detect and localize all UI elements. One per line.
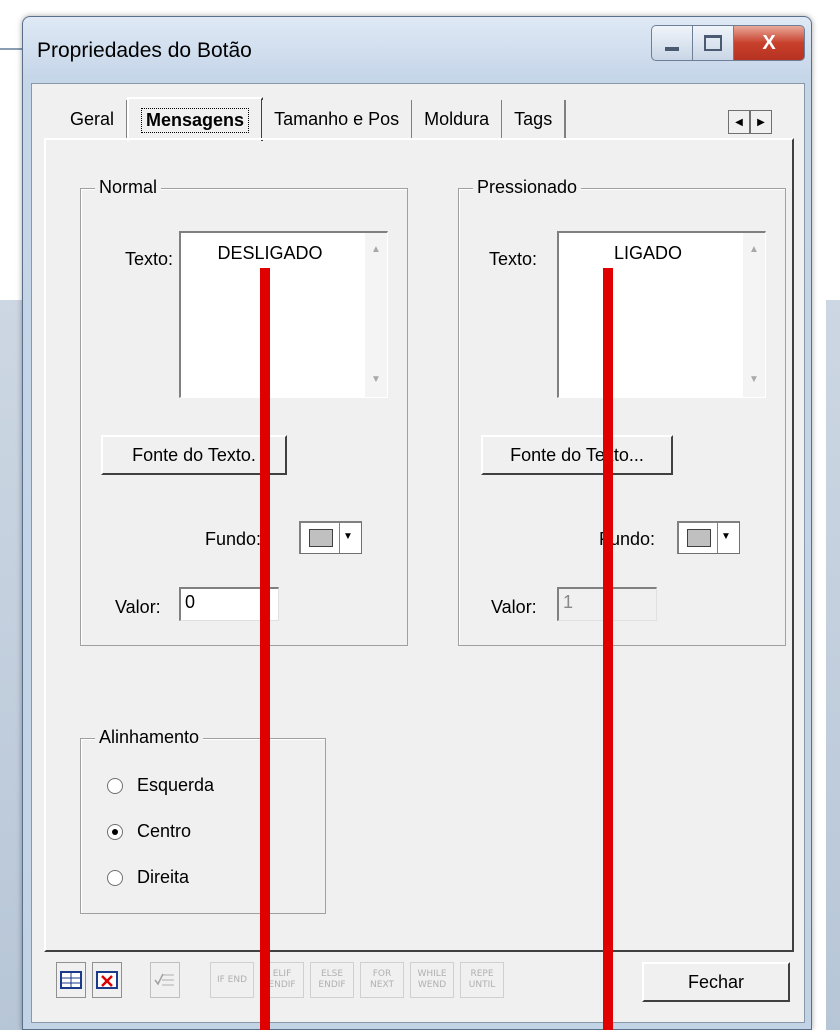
radio-direita-label: Direita: [137, 867, 190, 887]
tab-moldura-label: Moldura: [424, 108, 490, 129]
delete-table-button[interactable]: [92, 962, 122, 998]
if-end-button[interactable]: IF END: [210, 962, 254, 998]
tab-scroll-right-button[interactable]: ▶: [750, 110, 772, 134]
minimize-button[interactable]: [651, 25, 693, 61]
close-dialog-button[interactable]: Fechar: [642, 962, 790, 1002]
normal-color-swatch: [309, 529, 333, 547]
repe-until-button[interactable]: REPE UNTIL: [460, 962, 504, 998]
scroll-up-icon: ▲: [749, 244, 759, 255]
radio-centro[interactable]: Centro: [107, 821, 191, 842]
tab-tags-label: Tags: [514, 108, 553, 129]
tab-geral-label: Geral: [70, 108, 115, 129]
normal-text-label: Texto:: [125, 249, 174, 269]
else-endif-button[interactable]: ELSE ENDIF: [310, 962, 354, 998]
normal-fundo-label: Fundo:: [205, 529, 262, 549]
dialog-client-area: Geral Mensagens Tamanho e Pos Moldura Ta…: [31, 83, 805, 1023]
window-title: Propriedades do Botão: [37, 39, 252, 62]
chevron-down-icon: ▼: [339, 523, 356, 553]
pressionado-text-label: Texto:: [489, 249, 538, 269]
table-icon-button[interactable]: [56, 962, 86, 998]
tab-scroll: ◀ ▶: [728, 110, 772, 134]
radio-circle: [107, 777, 123, 794]
maximize-icon: [704, 35, 722, 51]
alinhamento-group: Alinhamento Esquerda Centro Direita: [80, 727, 326, 914]
caption-buttons: X: [651, 25, 805, 61]
delete-table-icon: [96, 971, 118, 989]
scroll-down-icon: ▼: [749, 374, 759, 385]
close-icon: X: [762, 31, 776, 54]
normal-text-scrollbar[interactable]: ▲ ▼: [365, 233, 387, 397]
table-icon: [60, 971, 82, 989]
pressionado-group: Pressionado Texto: LIGADO ▲ ▼ Fonte do T…: [458, 177, 786, 646]
normal-valor-label: Valor:: [115, 597, 161, 617]
tab-tamanho-e-pos[interactable]: Tamanho e Pos: [262, 100, 414, 138]
for-next-button[interactable]: FOR NEXT: [360, 962, 404, 998]
pressionado-text-scrollbar[interactable]: ▲ ▼: [743, 233, 765, 397]
check-script-button[interactable]: [150, 962, 180, 998]
tab-tamanho-label: Tamanho e Pos: [274, 108, 400, 129]
tab-scroll-left-button[interactable]: ◀: [728, 110, 750, 134]
while-wend-button[interactable]: WHILE WEND: [410, 962, 454, 998]
close-button[interactable]: X: [734, 25, 805, 61]
chevron-down-icon: ▼: [717, 523, 734, 553]
tab-geral[interactable]: Geral: [58, 100, 129, 138]
radio-circle-selected: [107, 823, 123, 840]
pressionado-text-field[interactable]: LIGADO ▲ ▼: [557, 231, 766, 398]
radio-direita[interactable]: Direita: [107, 867, 189, 888]
alinhamento-group-label: Alinhamento: [95, 727, 204, 748]
radio-esquerda[interactable]: Esquerda: [107, 775, 214, 796]
scroll-down-icon: ▼: [371, 374, 381, 385]
pressionado-color-swatch: [687, 529, 711, 547]
annotation-red-line-right: [603, 268, 613, 1030]
background-line: [0, 48, 22, 50]
pressionado-valor-label: Valor:: [491, 597, 537, 617]
pressionado-font-button[interactable]: Fonte do Texto...: [481, 435, 673, 475]
tab-page-mensagens: Normal Texto: DESLIGADO ▲ ▼ Fonte do Tex…: [44, 138, 794, 952]
tab-strip: Geral Mensagens Tamanho e Pos Moldura Ta…: [58, 97, 567, 141]
annotation-red-line-left: [260, 268, 270, 1030]
properties-dialog: Propriedades do Botão X Geral Mensagens …: [22, 16, 812, 1030]
tab-tags[interactable]: Tags: [502, 100, 567, 138]
pressionado-group-label: Pressionado: [473, 177, 582, 198]
background-desktop: [0, 300, 22, 1030]
tab-moldura[interactable]: Moldura: [412, 100, 504, 138]
normal-text-value: DESLIGADO: [217, 243, 323, 263]
normal-group-label: Normal: [95, 177, 162, 198]
minimize-icon: [665, 47, 679, 51]
radio-esquerda-label: Esquerda: [137, 775, 215, 795]
tab-mensagens-label: Mensagens: [141, 107, 250, 133]
pressionado-fundo-color-picker[interactable]: ▼: [677, 521, 740, 554]
maximize-button[interactable]: [693, 25, 734, 61]
background-desktop-right: [826, 300, 840, 1030]
pressionado-text-value: LIGADO: [613, 243, 683, 263]
normal-group: Normal Texto: DESLIGADO ▲ ▼ Fonte do Tex…: [80, 177, 408, 646]
normal-fundo-color-picker[interactable]: ▼: [299, 521, 362, 554]
normal-text-field[interactable]: DESLIGADO ▲ ▼: [179, 231, 388, 398]
check-script-icon: [154, 973, 174, 986]
tab-mensagens[interactable]: Mensagens: [127, 97, 264, 141]
radio-centro-label: Centro: [137, 821, 192, 841]
scroll-up-icon: ▲: [371, 244, 381, 255]
radio-circle: [107, 869, 123, 886]
